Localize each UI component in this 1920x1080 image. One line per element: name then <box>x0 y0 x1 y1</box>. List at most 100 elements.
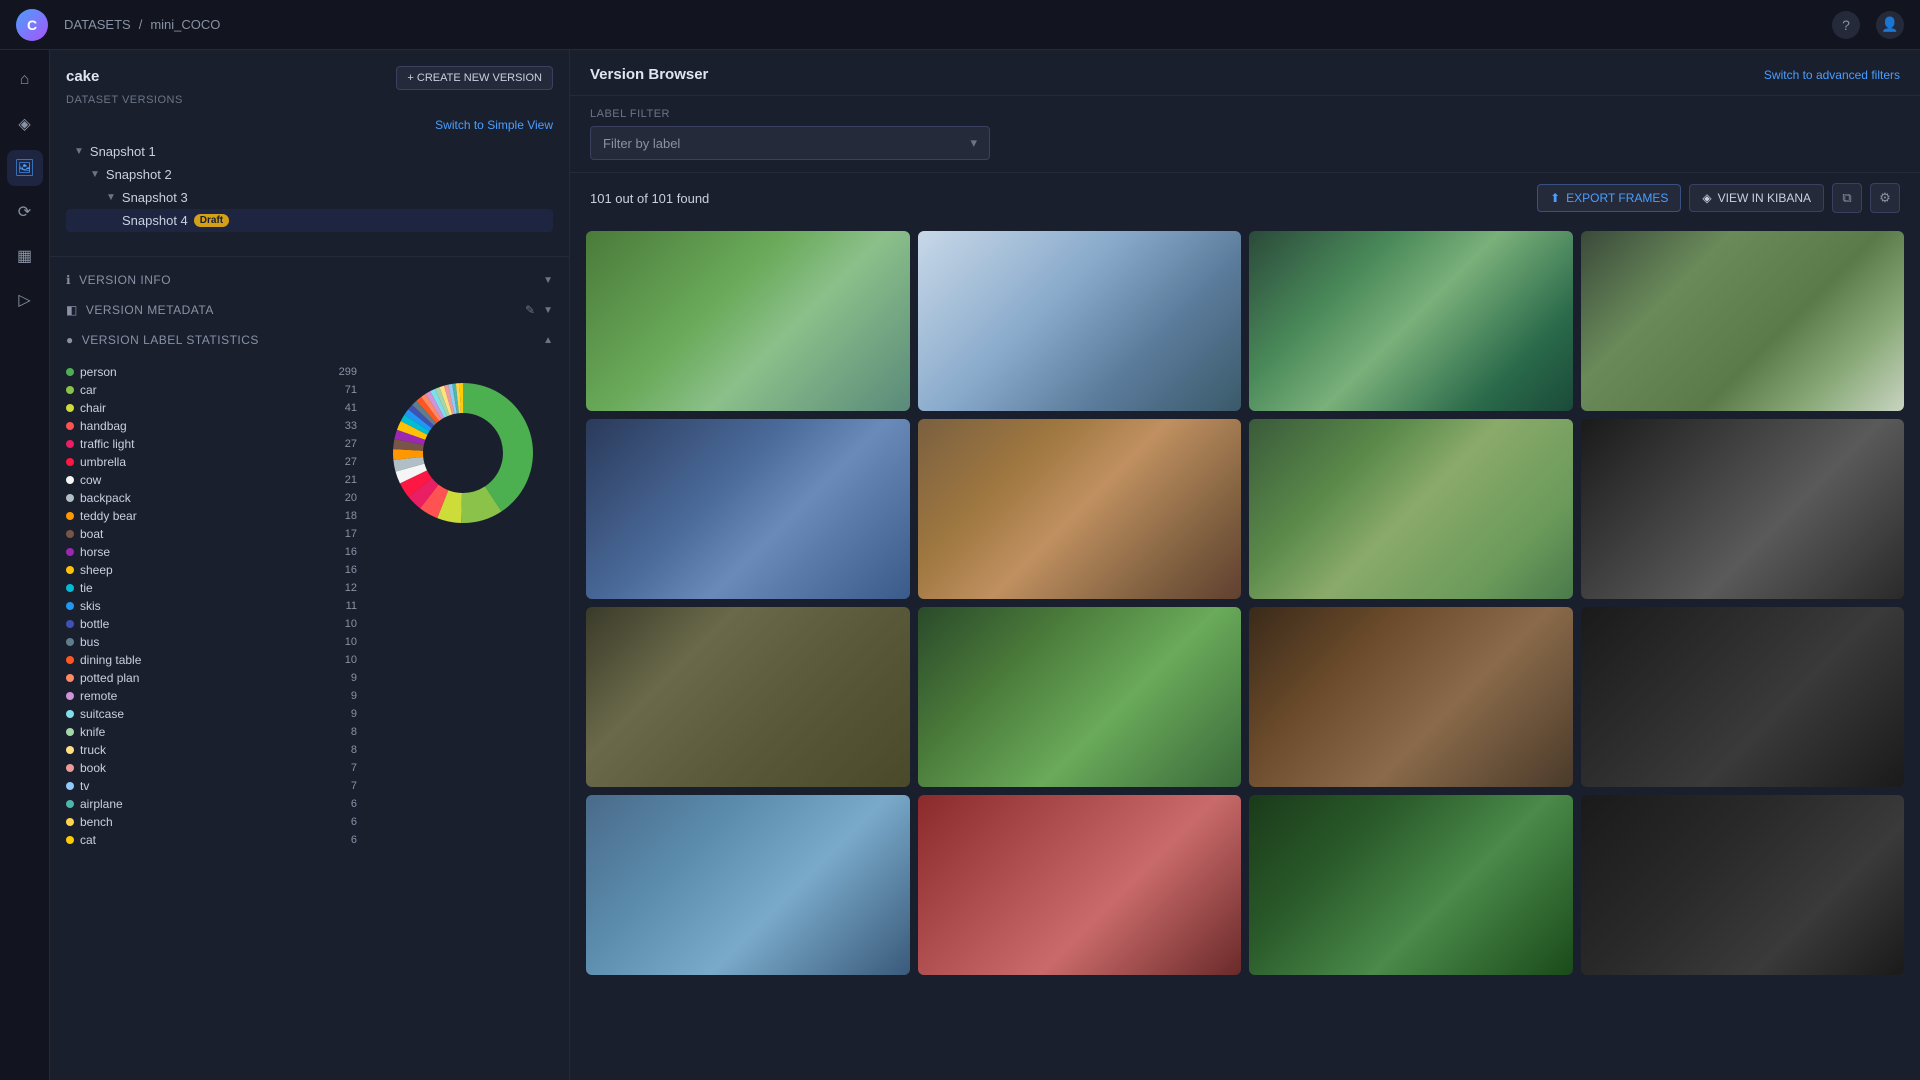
label-count: 299 <box>333 366 357 378</box>
label-name: person <box>80 365 327 379</box>
label-row: skis 11 <box>66 597 357 615</box>
settings-icon-button[interactable]: ⚙ <box>1870 183 1900 213</box>
nav-data[interactable]: ◈ <box>7 106 43 142</box>
tree-snapshot4[interactable]: Snapshot 4 Draft <box>66 209 553 232</box>
breadcrumb-datasets[interactable]: DATASETS <box>64 17 131 32</box>
label-count: 27 <box>333 438 357 450</box>
label-count: 27 <box>333 456 357 468</box>
tree-label-1: Snapshot 1 <box>90 144 156 159</box>
metadata-edit-icon[interactable]: ✎ <box>525 303 535 317</box>
image-cell[interactable] <box>1581 607 1905 787</box>
user-avatar[interactable]: 👤 <box>1876 11 1904 39</box>
breadcrumb-current: mini_COCO <box>150 17 220 32</box>
label-color-dot <box>66 764 74 772</box>
version-metadata-section[interactable]: ◧ VERSION METADATA ✎ ▼ <box>50 295 569 325</box>
image-cell[interactable] <box>1249 607 1573 787</box>
version-browser-title: Version Browser <box>590 66 708 83</box>
tree-snapshot3[interactable]: ▼ Snapshot 3 <box>66 186 553 209</box>
label-row: backpack 20 <box>66 489 357 507</box>
left-panel: cake + CREATE NEW VERSION DATASET VERSIO… <box>50 50 570 1080</box>
image-cell[interactable] <box>586 231 910 411</box>
tree-snapshot2[interactable]: ▼ Snapshot 2 <box>66 163 553 186</box>
label-row: car 71 <box>66 381 357 399</box>
label-color-dot <box>66 368 74 376</box>
copy-icon-button[interactable]: ⧉ <box>1832 183 1862 213</box>
image-cell[interactable] <box>1581 231 1905 411</box>
kibana-icon: ◈ <box>1702 191 1711 205</box>
label-name: horse <box>80 545 327 559</box>
label-count: 21 <box>333 474 357 486</box>
advanced-filters-link[interactable]: Switch to advanced filters <box>1764 68 1900 82</box>
label-row: book 7 <box>66 759 357 777</box>
label-count: 10 <box>333 618 357 630</box>
image-cell[interactable] <box>586 419 910 599</box>
tree-snapshot1[interactable]: ▼ Snapshot 1 <box>66 140 553 163</box>
label-count: 6 <box>333 798 357 810</box>
version-info-text: VERSION INFO <box>79 273 171 287</box>
label-name: tv <box>80 779 327 793</box>
label-row: teddy bear 18 <box>66 507 357 525</box>
label-color-dot <box>66 458 74 466</box>
image-cell[interactable] <box>1249 231 1573 411</box>
metadata-icon: ◧ <box>66 303 78 317</box>
nav-table[interactable]: ▦ <box>7 238 43 274</box>
version-info-label: ℹ VERSION INFO <box>66 273 171 287</box>
image-cell[interactable] <box>918 419 1242 599</box>
image-cell[interactable] <box>1581 419 1905 599</box>
breadcrumb-separator: / <box>139 17 143 32</box>
label-count: 6 <box>333 816 357 828</box>
toolbar-actions: ⬆ EXPORT FRAMES ◈ VIEW IN KIBANA ⧉ ⚙ <box>1537 183 1900 213</box>
version-info-section[interactable]: ℹ VERSION INFO ▼ <box>50 265 569 295</box>
nav-workflow[interactable]: ⟳ <box>7 194 43 230</box>
label-count: 20 <box>333 492 357 504</box>
nav-plugin[interactable]: ▷ <box>7 282 43 318</box>
label-count: 7 <box>333 780 357 792</box>
label-color-dot <box>66 404 74 412</box>
label-count: 6 <box>333 834 357 846</box>
label-color-dot <box>66 836 74 844</box>
image-cell[interactable] <box>1249 419 1573 599</box>
nav-home[interactable]: ⌂ <box>7 62 43 98</box>
draft-badge: Draft <box>194 214 229 227</box>
version-metadata-label: ◧ VERSION METADATA <box>66 303 214 317</box>
label-name: truck <box>80 743 327 757</box>
label-count: 8 <box>333 744 357 756</box>
label-color-dot <box>66 566 74 574</box>
left-nav: ⌂ ◈ 🖼 ⟳ ▦ ▷ <box>0 50 50 1080</box>
nav-images[interactable]: 🖼 <box>7 150 43 186</box>
label-stats-section-header[interactable]: ● VERSION LABEL STATISTICS ▲ <box>50 325 569 355</box>
image-cell[interactable] <box>586 795 910 975</box>
label-count: 9 <box>333 708 357 720</box>
filter-bar: LABEL FILTER Filter by label ▾ <box>570 96 1920 173</box>
label-row: bus 10 <box>66 633 357 651</box>
label-list: person 299 car 71 chair 41 handbag 33 tr… <box>66 363 357 849</box>
export-frames-button[interactable]: ⬆ EXPORT FRAMES <box>1537 184 1681 212</box>
image-cell[interactable] <box>1581 795 1905 975</box>
label-color-dot <box>66 620 74 628</box>
image-cell[interactable] <box>918 795 1242 975</box>
view-kibana-button[interactable]: ◈ VIEW IN KIBANA <box>1689 184 1824 212</box>
image-cell[interactable] <box>586 607 910 787</box>
label-filter-select[interactable]: Filter by label ▾ <box>590 126 990 160</box>
switch-simple-link[interactable]: Switch to Simple View <box>435 118 553 132</box>
label-row: bench 6 <box>66 813 357 831</box>
label-row: potted plan 9 <box>66 669 357 687</box>
label-row: tie 12 <box>66 579 357 597</box>
label-stats-text: VERSION LABEL STATISTICS <box>82 333 259 347</box>
label-name: potted plan <box>80 671 327 685</box>
label-row: truck 8 <box>66 741 357 759</box>
tree-arrow-1: ▼ <box>74 146 84 157</box>
image-cell[interactable] <box>918 231 1242 411</box>
create-version-button[interactable]: + CREATE NEW VERSION <box>396 66 553 90</box>
label-count: 18 <box>333 510 357 522</box>
image-cell[interactable] <box>1249 795 1573 975</box>
help-icon[interactable]: ? <box>1832 11 1860 39</box>
label-count: 16 <box>333 564 357 576</box>
right-panel: Version Browser Switch to advanced filte… <box>570 50 1920 1080</box>
label-color-dot <box>66 674 74 682</box>
label-color-dot <box>66 782 74 790</box>
label-color-dot <box>66 746 74 754</box>
label-color-dot <box>66 656 74 664</box>
version-metadata-chevron: ▼ <box>543 305 553 316</box>
image-cell[interactable] <box>918 607 1242 787</box>
